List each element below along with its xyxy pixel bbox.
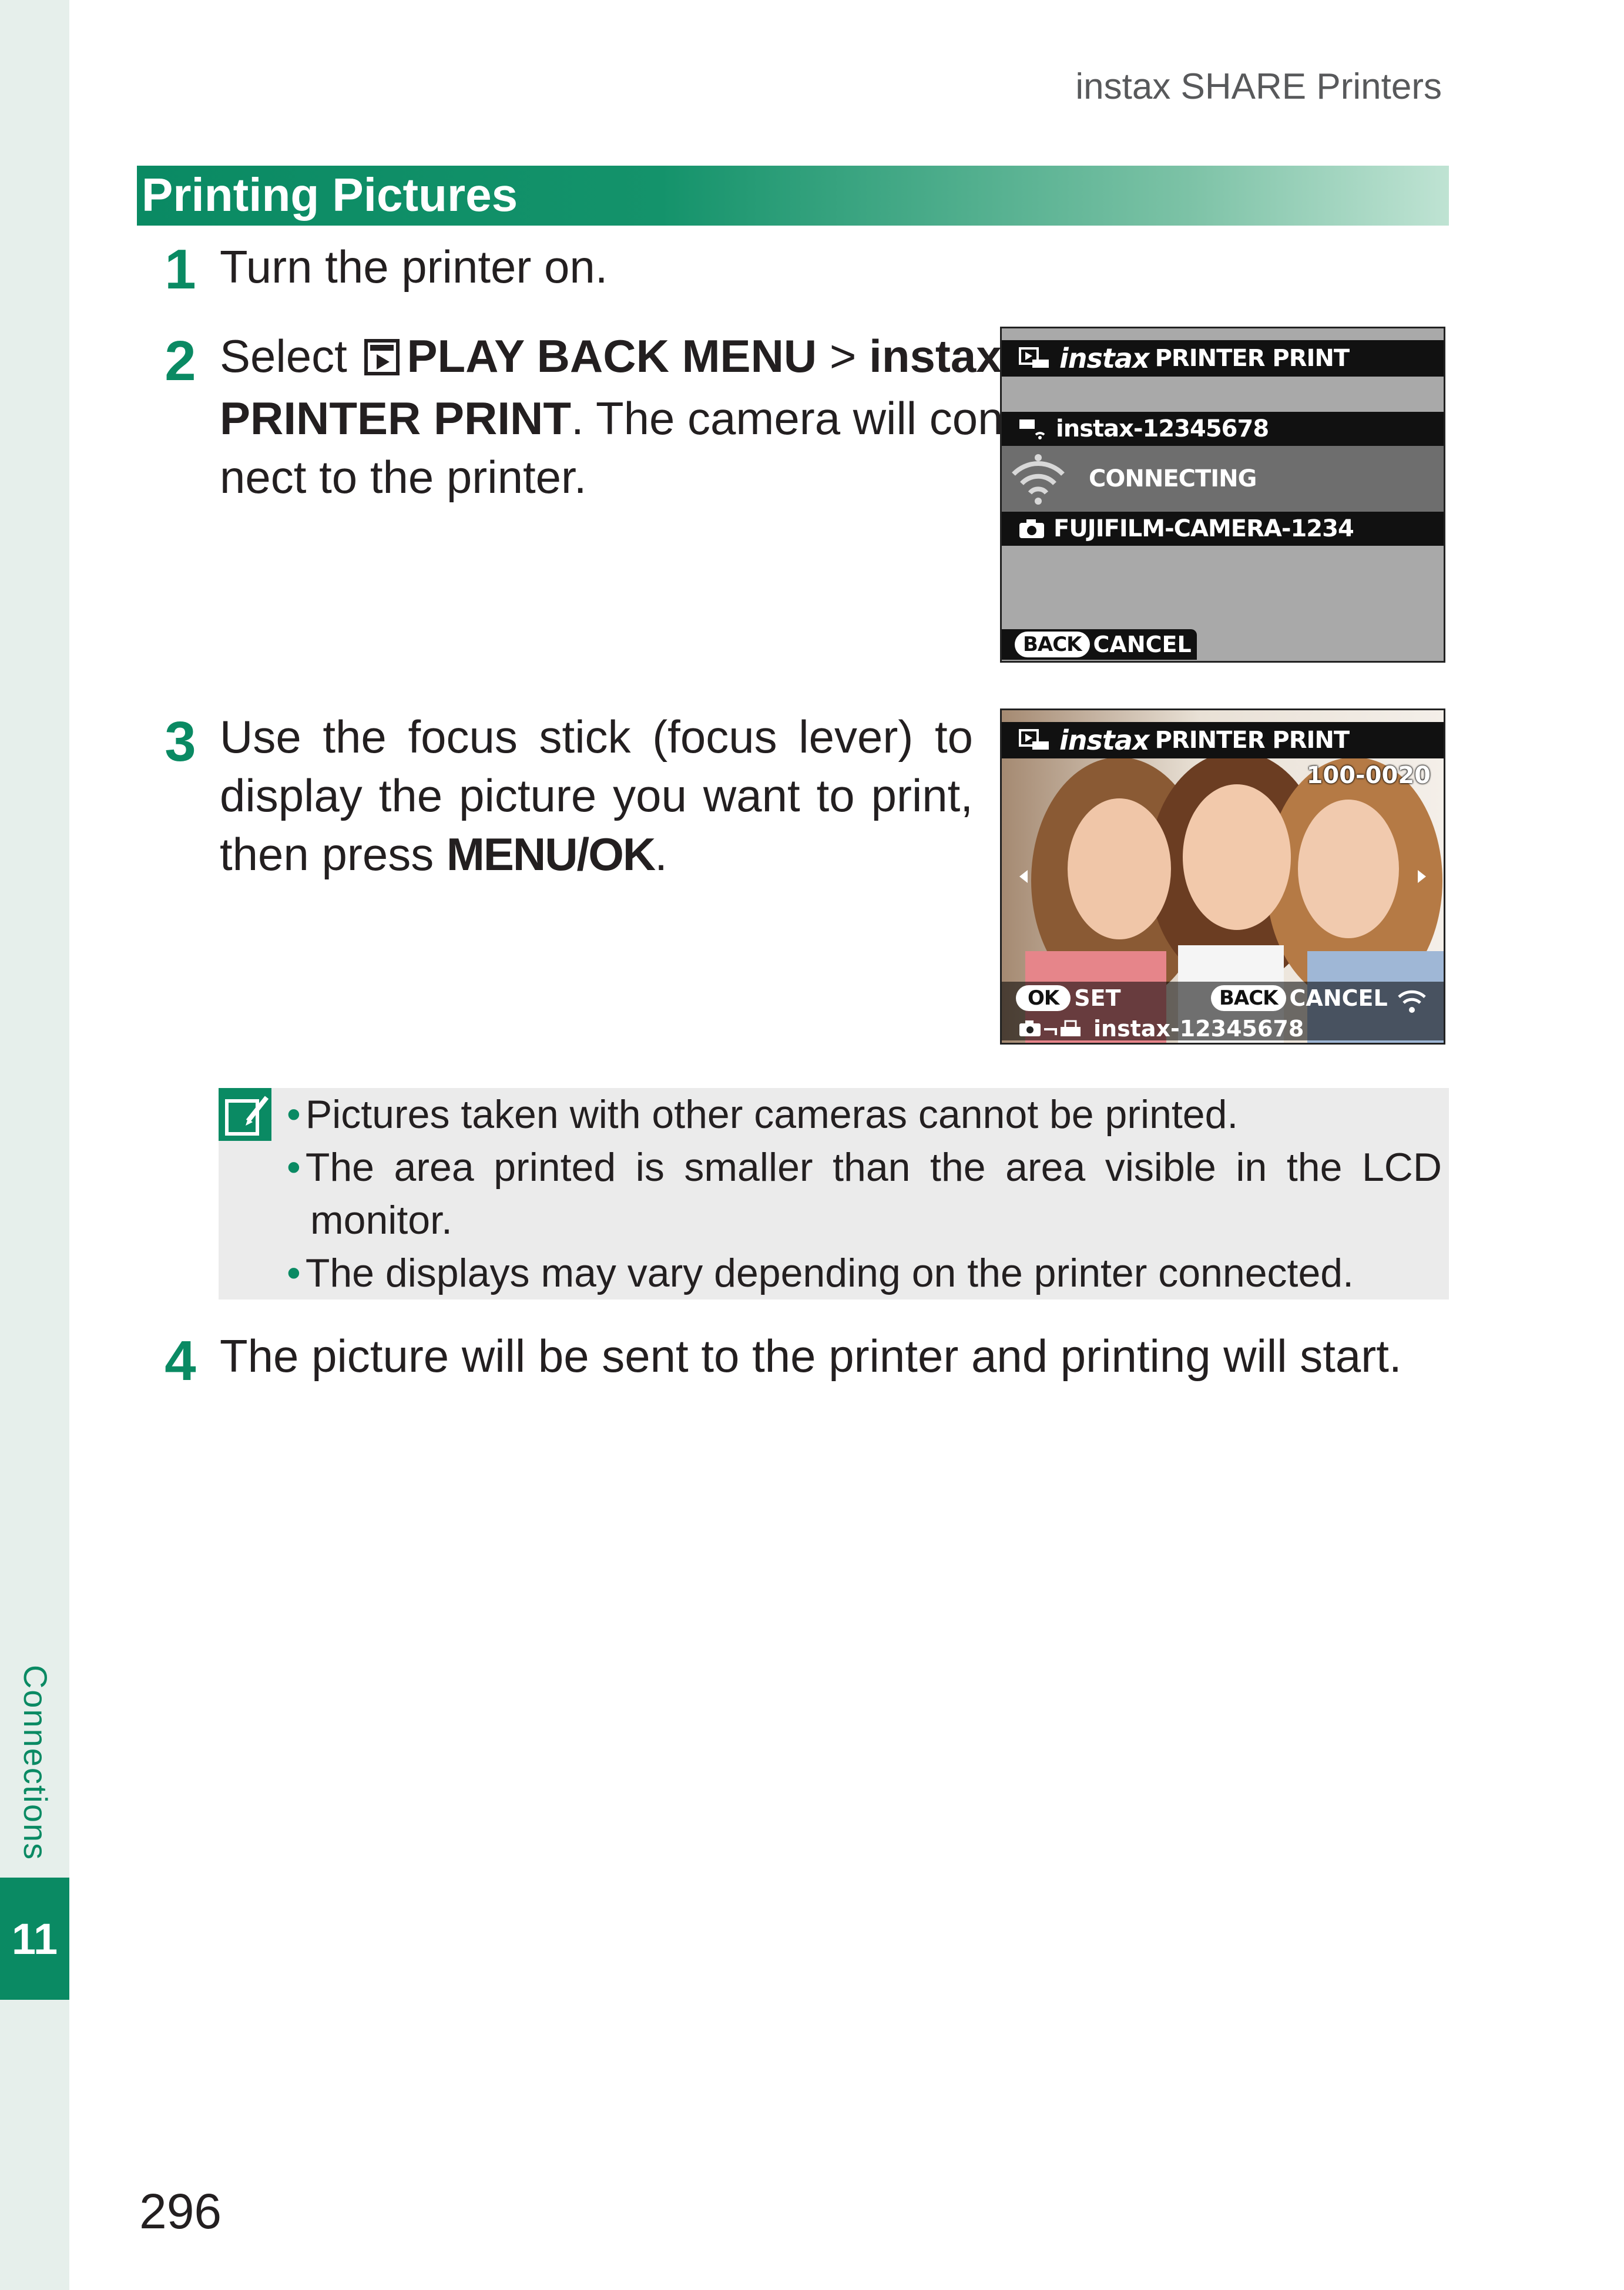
set-hint: OK SET	[1016, 985, 1121, 1011]
section-side-label: Connections	[17, 1664, 55, 1861]
lcd-screen-connecting: instax PRINTER PRINT instax-12345678 CON…	[1000, 327, 1445, 663]
chapter-tab: 11	[0, 1878, 69, 2000]
screen-header: instax PRINTER PRINT	[1002, 722, 1444, 758]
back-key: BACK	[1015, 632, 1090, 657]
note-box: • Pictures taken with other cameras canno…	[219, 1088, 1449, 1300]
section-title: Printing Pictures	[142, 169, 518, 221]
step-number: 3	[165, 710, 196, 773]
wifi-icon	[1010, 452, 1066, 506]
step-number: 1	[165, 238, 196, 301]
running-head: instax SHARE Printers	[1075, 66, 1442, 107]
step-number: 2	[165, 330, 196, 392]
step-text: The picture will be sent to the printer …	[220, 1330, 1402, 1382]
step-text: Use the focus stick (focus lever) to dis…	[220, 711, 973, 880]
cancel-hint: BACK CANCEL	[1002, 629, 1197, 660]
camera-to-printer-icon	[1018, 1019, 1083, 1039]
wifi-icon	[1397, 984, 1427, 1017]
camera-icon	[1018, 518, 1045, 539]
step-text: Select PLAY BACK MENU > instax PRINTER P…	[220, 330, 1019, 503]
ok-key: OK	[1016, 985, 1071, 1011]
printer-wireless-icon	[1018, 417, 1048, 441]
screen-header: instax PRINTER PRINT	[1002, 340, 1444, 377]
note-item: • Pictures taken with other cameras canno…	[287, 1092, 1239, 1137]
section-header-bar: Printing Pictures	[137, 166, 1449, 226]
lcd-screen-photo: instax PRINTER PRINT 100-0020 OK SET BAC…	[1000, 709, 1445, 1045]
note-item: • The displays may vary depending on the …	[287, 1251, 1354, 1295]
back-key: BACK	[1211, 985, 1286, 1011]
note-icon	[219, 1088, 271, 1141]
frame-number: 100-0020	[1306, 762, 1431, 789]
status-text: CONNECTING	[1089, 465, 1257, 492]
printer-row: instax-12345678	[1002, 412, 1444, 446]
printer-row: instax-12345678	[1018, 1016, 1304, 1042]
step-number: 4	[165, 1329, 196, 1392]
camera-row: FUJIFILM-CAMERA-1234	[1002, 512, 1444, 546]
page-number: 296	[139, 2184, 222, 2239]
note-item: • The area printed is smaller than the ar…	[287, 1145, 1442, 1243]
step-text: Turn the printer on.	[220, 241, 608, 293]
status-row: CONNECTING	[1002, 446, 1444, 512]
playback-menu-icon	[364, 330, 400, 389]
playback-print-icon	[1018, 728, 1051, 752]
bottom-bar: OK SET BACK CANCEL instax-12345678	[1002, 982, 1444, 1042]
menu-ok-button-label: MENU/OK	[446, 828, 656, 880]
cancel-hint: BACK CANCEL	[1211, 985, 1388, 1011]
playback-print-icon	[1018, 347, 1051, 370]
